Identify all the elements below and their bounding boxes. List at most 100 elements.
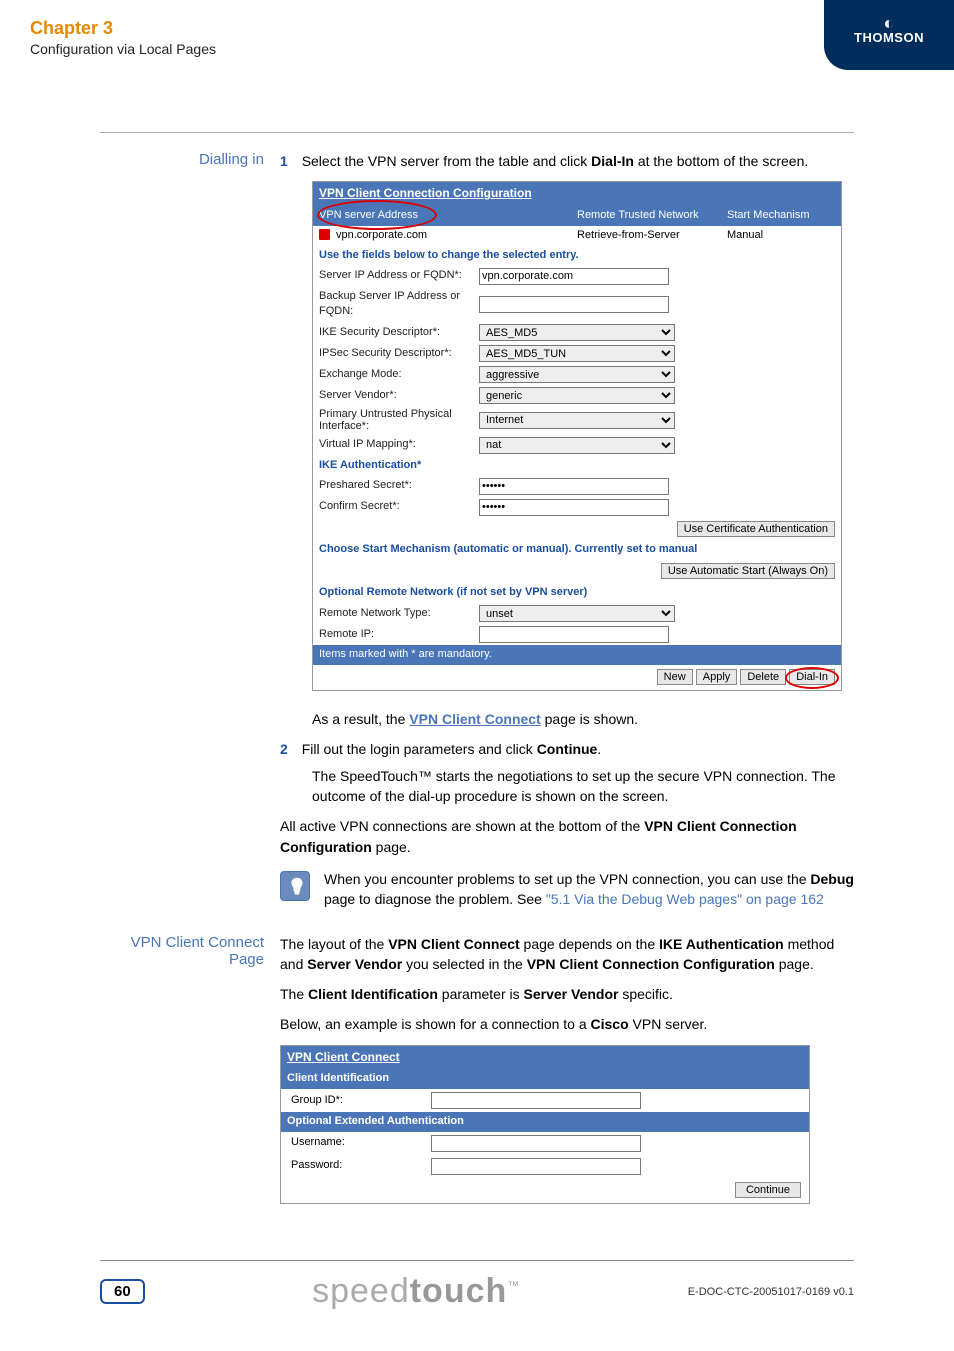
lbl-ipsec-desc: IPSec Security Descriptor*:	[319, 346, 479, 362]
btn-use-automatic[interactable]: Use Automatic Start (Always On)	[661, 563, 835, 579]
row-ike-desc: IKE Security Descriptor*: AES_MD5	[313, 322, 841, 343]
select-ike-desc[interactable]: AES_MD5	[479, 324, 675, 341]
lbl-server-ip: Server IP Address or FQDN*:	[319, 268, 479, 284]
lbl-preshared: Preshared Secret*:	[319, 478, 479, 494]
select-ipsec-desc[interactable]: AES_MD5_TUN	[479, 345, 675, 362]
document-id: E-DOC-CTC-20051017-0169 v0.1	[688, 1286, 854, 1298]
vpn-config-screenshot: VPN Client Connection Configuration VPN …	[312, 181, 842, 691]
select-vip[interactable]: nat	[479, 437, 675, 454]
ss1-button-row: New Apply Delete Dial-In	[313, 665, 841, 690]
ss2-client-id-header: Client Identification	[281, 1069, 809, 1089]
lbl-username: Username:	[291, 1135, 431, 1151]
row-cert-btn: Use Certificate Authentication	[313, 518, 841, 541]
th-remote: Remote Trusted Network	[571, 206, 721, 226]
select-vendor[interactable]: generic	[479, 387, 675, 404]
vpn-connect-screenshot: VPN Client Connect Client Identification…	[280, 1045, 810, 1204]
input-preshared[interactable]	[479, 478, 669, 495]
select-primary-if[interactable]: Internet	[479, 412, 675, 429]
link-debug-pages[interactable]: "5.1 Via the Debug Web pages" on page 16…	[546, 891, 824, 907]
side-label-vpn-connect: VPN Client Connect Page	[100, 934, 280, 1204]
page-header: Chapter 3 Configuration via Local Pages …	[0, 0, 954, 70]
step-2-p2: The SpeedTouch™ starts the negotiations …	[312, 766, 854, 807]
footer-rule	[100, 1260, 854, 1261]
select-remote-type[interactable]: unset	[479, 605, 675, 622]
input-confirm[interactable]	[479, 499, 669, 516]
row-remote-ip: Remote IP:	[313, 624, 841, 645]
row-auto-btn: Use Automatic Start (Always On)	[313, 560, 841, 583]
stop-icon	[319, 229, 330, 240]
row-confirm: Confirm Secret*:	[313, 497, 841, 518]
btn-apply[interactable]: Apply	[696, 669, 738, 685]
ss1-ike-auth-header: IKE Authentication*	[313, 456, 841, 476]
para-active-conn: All active VPN connections are shown at …	[280, 816, 854, 857]
lbl-ike-desc: IKE Security Descriptor*:	[319, 325, 479, 341]
lbl-password: Password:	[291, 1158, 431, 1174]
row-remote-type: Remote Network Type: unset	[313, 603, 841, 624]
step-1-text-c: at the bottom of the screen.	[634, 153, 808, 169]
cell-start: Manual	[721, 226, 839, 246]
result-line: As a result, the VPN Client Connect page…	[312, 709, 854, 729]
row-ipsec-desc: IPSec Security Descriptor*: AES_MD5_TUN	[313, 343, 841, 364]
link-vpn-client-connect[interactable]: VPN Client Connect	[409, 711, 540, 727]
highlight-circle-1	[317, 200, 437, 230]
lbl-exchange: Exchange Mode:	[319, 367, 479, 383]
lbl-remote-type: Remote Network Type:	[319, 606, 479, 622]
lbl-group-id: Group ID*:	[291, 1093, 431, 1109]
ss2-button-row: Continue	[281, 1178, 809, 1203]
step-2-text-a: Fill out the login parameters and click	[302, 741, 537, 757]
row-username: Username:	[281, 1132, 809, 1155]
row-vendor: Server Vendor*: generic	[313, 385, 841, 406]
input-backup[interactable]	[479, 296, 669, 313]
row-vip: Virtual IP Mapping*: nat	[313, 435, 841, 456]
ss2-ext-auth-header: Optional Extended Authentication	[281, 1112, 809, 1132]
tip-block: When you encounter problems to set up th…	[280, 869, 854, 910]
lbl-backup: Backup Server IP Address or FQDN:	[319, 289, 479, 321]
step-1-number: 1	[280, 153, 288, 169]
page-footer: 60 speedtouch™ E-DOC-CTC-20051017-0169 v…	[0, 1272, 954, 1311]
btn-use-certificate[interactable]: Use Certificate Authentication	[677, 521, 835, 537]
logo-text: THOMSON	[824, 30, 954, 45]
ss1-mandatory-note: Items marked with * are mandatory.	[313, 645, 841, 665]
select-exchange[interactable]: aggressive	[479, 366, 675, 383]
ss2-title: VPN Client Connect	[281, 1046, 809, 1069]
btn-delete[interactable]: Delete	[740, 669, 786, 685]
row-primary-if: Primary Untrusted Physical Interface*: I…	[313, 406, 841, 434]
lbl-vendor: Server Vendor*:	[319, 388, 479, 404]
page-number: 60	[100, 1279, 145, 1304]
thomson-logo: ◐ THOMSON	[824, 0, 954, 70]
row-preshared: Preshared Secret*:	[313, 476, 841, 497]
input-group-id[interactable]	[431, 1092, 641, 1109]
logo-icon: ◐	[824, 16, 954, 30]
input-password[interactable]	[431, 1158, 641, 1175]
btn-new[interactable]: New	[657, 669, 693, 685]
input-server-ip[interactable]	[479, 268, 669, 285]
lbl-remote-ip: Remote IP:	[319, 627, 479, 643]
chapter-subtitle: Configuration via Local Pages	[30, 41, 924, 57]
s2-p1: The layout of the VPN Client Connect pag…	[280, 934, 854, 975]
ss1-opt-remote-header: Optional Remote Network (if not set by V…	[313, 583, 841, 603]
lbl-primary-if: Primary Untrusted Physical Interface*:	[319, 408, 479, 432]
btn-continue[interactable]: Continue	[735, 1182, 801, 1198]
ss1-table-header: VPN server Address Remote Trusted Networ…	[313, 206, 841, 226]
row-server-ip: Server IP Address or FQDN*:	[313, 266, 841, 287]
step-2-bold: Continue	[537, 741, 598, 757]
s2-p3: Below, an example is shown for a connect…	[280, 1014, 854, 1034]
step-1-text-a: Select the VPN server from the table and…	[302, 153, 591, 169]
tip-text: When you encounter problems to set up th…	[324, 869, 854, 910]
row-backup: Backup Server IP Address or FQDN:	[313, 287, 841, 323]
s2-p2: The Client Identification parameter is S…	[280, 984, 854, 1004]
step-2-text-c: .	[597, 741, 601, 757]
input-remote-ip[interactable]	[479, 626, 669, 643]
step-1: 1 Select the VPN server from the table a…	[280, 151, 854, 171]
ss1-start-mech-header: Choose Start Mechanism (automatic or man…	[313, 540, 841, 560]
row-password: Password:	[281, 1155, 809, 1178]
side-label-dialling: Dialling in	[100, 151, 280, 928]
row-exchange: Exchange Mode: aggressive	[313, 364, 841, 385]
th-start: Start Mechanism	[721, 206, 839, 226]
highlight-circle-2	[785, 667, 839, 689]
step-1-bold: Dial-In	[591, 153, 634, 169]
ss1-use-fields: Use the fields below to change the selec…	[313, 246, 841, 266]
cell-remote: Retrieve-from-Server	[571, 226, 721, 246]
input-username[interactable]	[431, 1135, 641, 1152]
row-group-id: Group ID*:	[281, 1089, 809, 1112]
